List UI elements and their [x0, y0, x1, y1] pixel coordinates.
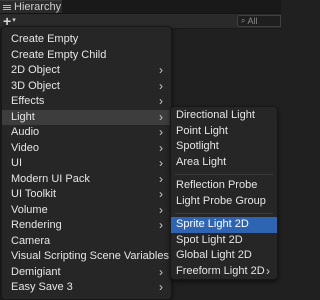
- menu-item-effects[interactable]: Effects ›: [2, 94, 171, 110]
- menu-item-label: Visual Scripting Scene Variables: [11, 250, 169, 262]
- submenu-arrow-icon: ›: [159, 156, 163, 170]
- menu-item-label: UI Toolkit: [11, 188, 57, 200]
- menu-item-light-probe-group[interactable]: Light Probe Group: [171, 194, 277, 210]
- submenu-arrow-icon: ›: [159, 109, 163, 124]
- hierarchy-tab-label: Hierarchy: [14, 1, 62, 13]
- menu-item-label: UI: [11, 157, 22, 169]
- menu-item-label: Create Empty: [11, 33, 79, 45]
- menu-item-label: Spotlight: [176, 140, 219, 152]
- menu-item-label: Area Light: [176, 155, 227, 168]
- hierarchy-search-input[interactable]: ⌕ All: [237, 15, 281, 27]
- menu-item-video[interactable]: Video ›: [2, 141, 171, 157]
- menu-item-label: Global Light 2D: [176, 249, 252, 261]
- menu-item-camera[interactable]: Camera: [2, 234, 171, 250]
- menu-item-label: Video: [11, 141, 39, 154]
- menu-item-label: Camera: [11, 234, 51, 247]
- menu-item-label: Sprite Light 2D: [176, 218, 249, 230]
- submenu-arrow-icon: ›: [159, 78, 163, 93]
- menu-item-label: Light: [11, 110, 35, 123]
- menu-item-rendering[interactable]: Rendering ›: [2, 218, 171, 234]
- create-context-menu: Create Empty Create Empty Child 2D Object ›…: [1, 26, 172, 300]
- menu-item-label: Effects: [11, 95, 45, 107]
- submenu-arrow-icon: ›: [159, 280, 163, 294]
- menu-item-label: Spot Light 2D: [176, 233, 243, 246]
- search-placeholder: All: [247, 16, 258, 26]
- menu-item-3d-object[interactable]: 3D Object ›: [2, 79, 171, 95]
- menu-item-2d-object[interactable]: 2D Object ›: [2, 63, 171, 79]
- menu-item-light[interactable]: Light ›: [2, 109, 171, 125]
- menu-item-ui-toolkit[interactable]: UI Toolkit ›: [2, 187, 171, 203]
- menu-item-label: Easy Save 3: [11, 281, 73, 293]
- submenu-arrow-icon: ›: [159, 171, 163, 186]
- hierarchy-tab[interactable]: Hierarchy: [0, 0, 62, 13]
- menu-item-label: Audio: [11, 126, 40, 138]
- submenu-arrow-icon: ›: [159, 264, 163, 279]
- menu-item-label: 3D Object: [11, 79, 60, 92]
- submenu-arrow-icon: ›: [159, 218, 163, 232]
- submenu-arrow-icon: ›: [159, 187, 163, 201]
- menu-item-label: Volume: [11, 203, 48, 216]
- search-icon: ⌕: [241, 16, 246, 25]
- submenu-arrow-icon: ›: [159, 125, 163, 139]
- submenu-arrow-icon: ›: [159, 140, 163, 155]
- light-submenu: Directional Light Point Light Spotlight Are…: [170, 106, 278, 280]
- menu-item-modern-ui-pack[interactable]: Modern UI Pack ›: [2, 172, 171, 188]
- menu-item-ui[interactable]: UI ›: [2, 156, 171, 172]
- menu-item-label: Freeform Light 2D: [176, 264, 265, 277]
- menu-item-audio[interactable]: Audio ›: [2, 125, 171, 141]
- submenu-arrow-icon: ›: [159, 94, 163, 108]
- menu-item-visual-scripting-scene-variables[interactable]: Visual Scripting Scene Variables: [2, 249, 171, 265]
- hierarchy-tab-bar: Hierarchy: [0, 0, 281, 14]
- menu-item-label: Directional Light: [176, 109, 255, 121]
- menu-item-label: Modern UI Pack: [11, 172, 90, 185]
- menu-item-spot-light-2d[interactable]: Spot Light 2D: [171, 233, 277, 249]
- menu-item-demigiant[interactable]: Demigiant ›: [2, 265, 171, 281]
- menu-item-easy-save-3[interactable]: Easy Save 3 ›: [2, 280, 171, 296]
- menu-item-create-empty-child[interactable]: Create Empty Child: [2, 48, 171, 64]
- menu-item-freeform-light-2d[interactable]: Freeform Light 2D ›: [171, 264, 277, 280]
- menu-item-label: Create Empty Child: [11, 48, 107, 61]
- menu-item-label: Demigiant: [11, 265, 61, 278]
- menu-item-sprite-light-2d[interactable]: Sprite Light 2D: [171, 217, 277, 233]
- submenu-arrow-icon: ›: [266, 263, 270, 278]
- menu-item-volume[interactable]: Volume ›: [2, 203, 171, 219]
- menu-item-create-empty[interactable]: Create Empty: [2, 32, 171, 48]
- menu-item-reflection-probe[interactable]: Reflection Probe: [171, 178, 277, 194]
- menu-item-label: Reflection Probe: [176, 179, 258, 191]
- menu-item-label: Light Probe Group: [176, 194, 266, 207]
- submenu-arrow-icon: ›: [159, 202, 163, 217]
- menu-item-spotlight[interactable]: Spotlight: [171, 139, 277, 155]
- menu-item-point-light[interactable]: Point Light: [171, 124, 277, 140]
- menu-item-label: Point Light: [176, 124, 228, 137]
- menu-item-area-light[interactable]: Area Light: [171, 155, 277, 171]
- menu-item-directional-light[interactable]: Directional Light: [171, 108, 277, 124]
- menu-item-label: 2D Object: [11, 64, 60, 76]
- menu-item-global-light-2d[interactable]: Global Light 2D: [171, 248, 277, 264]
- menu-separator: [175, 212, 273, 214]
- menu-item-label: Rendering: [11, 219, 62, 231]
- submenu-arrow-icon: ›: [159, 63, 163, 77]
- menu-separator: [175, 173, 273, 175]
- hierarchy-list-icon: [3, 4, 11, 10]
